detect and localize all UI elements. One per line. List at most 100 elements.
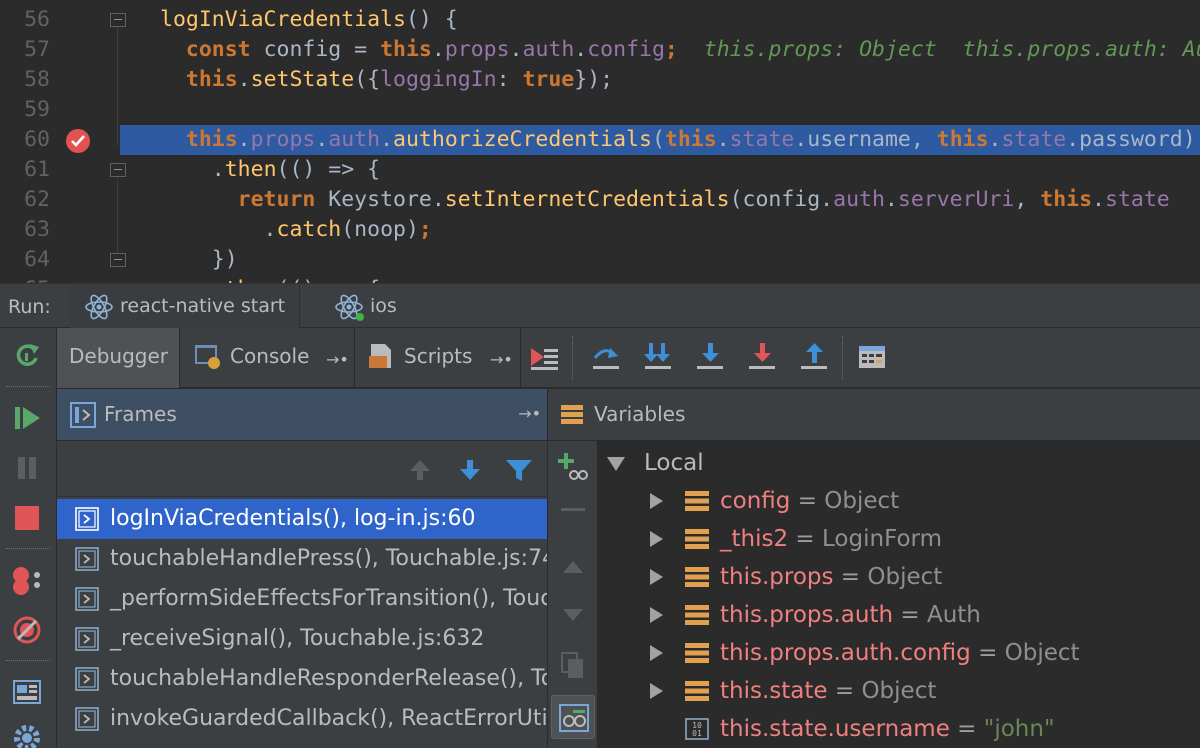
code-line[interactable]: 62 return Keystore.setInternetCredential… [0,185,1200,215]
code-line[interactable]: 64 }) [0,245,1200,275]
code-token: return [237,187,316,212]
arrow-down-icon[interactable] [457,457,483,483]
line-number[interactable]: 57 [0,35,50,65]
variable-value: "john" [983,716,1055,742]
force-step-into-icon[interactable] [746,340,778,374]
step-into-my-code-icon[interactable] [694,340,726,374]
run-tab-ios[interactable]: ios [320,284,411,328]
code-token: .password) [1066,127,1196,152]
frame-item[interactable]: logInViaCredentials(), log-in.js:60 [57,499,547,539]
arrow-up-icon[interactable] [407,457,433,483]
move-down-icon[interactable] [561,607,585,623]
run-tab-react-native-start[interactable]: react-native start [70,284,301,328]
variable-name: this.props.auth [720,602,894,628]
code-text: .then(() => { [120,275,1200,283]
gear-icon [14,725,40,748]
pin-icon: →• [326,350,349,369]
code-token: . [160,217,277,242]
variable-text: this.state = Object [720,672,936,710]
divider [842,336,843,380]
line-number[interactable]: 56 [0,5,50,35]
code-line[interactable]: 61 .then(() => { [0,155,1200,185]
pin-icon[interactable]: →• [518,389,541,439]
code-text: .then(() => { [120,155,1200,185]
line-number[interactable]: 65 [0,275,50,283]
frame-label: touchableHandlePress(), Touchable.js:744 [110,546,547,571]
collapse-toggle-icon[interactable] [650,493,663,509]
step-over-icon[interactable] [590,340,622,374]
frame-item[interactable]: touchableHandleResponderRelease(), Touch… [57,659,547,699]
collapse-toggle-icon[interactable] [650,569,663,585]
line-number[interactable]: 63 [0,215,50,245]
expand-icon[interactable] [607,457,625,471]
line-number[interactable]: 61 [0,155,50,185]
react-icon [85,294,113,320]
frame-item[interactable]: _receiveSignal(), Touchable.js:632 [57,619,547,659]
code-token: loggingIn [380,67,497,92]
code-line[interactable]: 60 this.props.auth.authorizeCredentials(… [0,125,1200,155]
collapse-toggle-icon[interactable] [650,531,663,547]
running-indicator-icon [356,313,364,321]
code-token: . [716,127,730,152]
frame-item[interactable]: invokeGuardedCallback(), ReactErrorUtils… [57,699,547,739]
move-up-icon[interactable] [561,559,585,575]
code-token: authorizeCredentials [393,127,652,152]
tab-scripts[interactable]: Scripts →• [356,328,521,388]
tab-console[interactable]: Console →• [181,328,355,388]
evaluate-expression-icon[interactable] [856,340,888,374]
copy-icon[interactable] [560,651,586,681]
code-editor[interactable]: 56 logInViaCredentials() {57 const config… [0,0,1200,283]
code-line[interactable]: 57 const config = this.props.auth.config… [0,35,1200,65]
mute-breakpoints-button[interactable] [8,612,46,648]
step-out-icon[interactable] [798,340,830,374]
new-watch-icon[interactable] [556,451,588,483]
code-token: . [509,37,523,62]
variable-equals: = [893,602,927,628]
variable-row[interactable]: config = Object [598,482,1200,520]
stop-button[interactable] [8,500,46,536]
show-watches-button[interactable] [551,695,595,739]
variables-root-local[interactable]: Local [598,444,1200,482]
code-token: this [1040,187,1093,212]
line-number[interactable]: 64 [0,245,50,275]
object-field-icon [685,491,709,511]
frame-item[interactable]: _performSideEffectsForTransition(), Touc… [57,579,547,619]
filter-icon[interactable] [505,457,533,483]
resume-button[interactable] [8,400,46,436]
code-line[interactable]: 59 [0,95,1200,125]
line-number[interactable]: 60 [0,125,50,155]
collapse-toggle-icon[interactable] [650,645,663,661]
rerun-button[interactable] [8,338,46,374]
restore-layout-button[interactable] [8,674,46,710]
code-line[interactable]: 58 this.setState({loggingIn: true}); [0,65,1200,95]
variable-row[interactable]: this.props = Object [598,558,1200,596]
pause-button[interactable] [8,450,46,486]
code-line[interactable]: 63 .catch(noop); [0,215,1200,245]
line-number[interactable]: 58 [0,65,50,95]
frame-icon [75,627,99,651]
variable-row[interactable]: 10 01 this.state.username = "john" [598,710,1200,748]
breakpoint-check-icon[interactable] [66,129,90,153]
code-token: props [250,127,316,152]
remove-icon[interactable] [560,505,586,515]
code-token: ({ [354,67,381,92]
frame-item[interactable]: touchableHandlePress(), Touchable.js:744 [57,539,547,579]
collapse-toggle-icon[interactable] [650,683,663,699]
variable-row[interactable]: this.props.auth.config = Object [598,634,1200,672]
line-number[interactable]: 62 [0,185,50,215]
settings-button[interactable] [8,720,46,748]
view-breakpoints-button[interactable] [8,562,46,598]
line-number[interactable]: 59 [0,95,50,125]
object-field-icon [685,643,709,663]
code-token: . [237,67,251,92]
tab-debugger[interactable]: Debugger [57,328,180,388]
variable-row[interactable]: _this2 = LoginForm [598,520,1200,558]
variable-row[interactable]: this.state = Object [598,672,1200,710]
collapse-toggle-icon[interactable] [650,607,663,623]
show-execution-point-icon[interactable] [528,340,560,374]
code-line[interactable]: 65 .then(() => { [0,275,1200,283]
code-line[interactable]: 56 logInViaCredentials() { [0,5,1200,35]
step-into-icon[interactable] [642,340,674,374]
variable-row[interactable]: this.props.auth = Auth [598,596,1200,634]
